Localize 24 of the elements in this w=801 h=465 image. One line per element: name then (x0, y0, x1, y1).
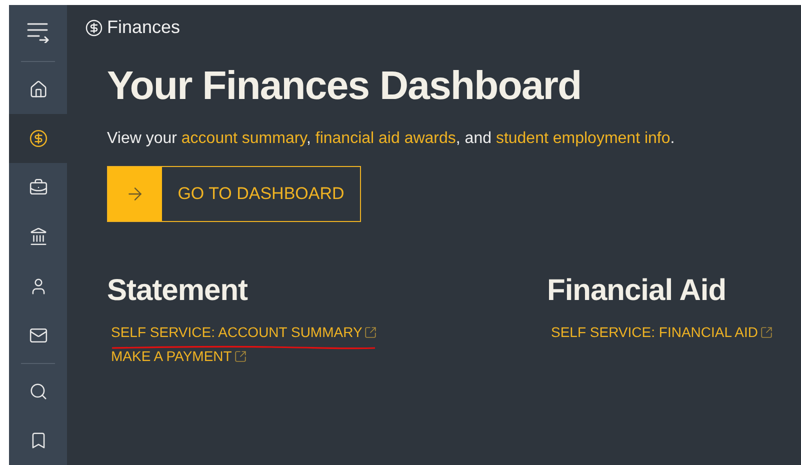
section-title: Financial Aid (547, 274, 728, 308)
dashboard-button[interactable]: GO TO DASHBOARD (107, 166, 361, 222)
external-link[interactable]: SELF SERVICE: FINANCIAL AID (551, 324, 758, 340)
briefcase-icon (28, 178, 48, 198)
external-link[interactable]: MAKE A PAYMENT (111, 348, 232, 364)
intro-link[interactable]: financial aid awards (315, 130, 456, 147)
home-icon (28, 80, 48, 100)
external-link-icon (234, 350, 247, 362)
search-icon (28, 382, 48, 401)
mail-icon (28, 326, 48, 345)
coin-icon (85, 18, 103, 36)
intro-link[interactable]: account summary (181, 130, 306, 147)
dashboard-title: Your Finances Dashboard (107, 64, 582, 108)
external-link[interactable]: SELF SERVICE: ACCOUNT SUMMARY (111, 324, 362, 340)
bank-icon (28, 227, 48, 246)
menu-icon (26, 20, 50, 43)
page-title: Finances (107, 17, 180, 38)
intro-text: View your account summary, financial aid awards, and student employment info. (107, 130, 676, 148)
external-link-icon (760, 326, 773, 338)
coin-icon (28, 129, 48, 148)
external-link-icon (364, 326, 378, 338)
section-title: Statement (107, 274, 249, 308)
intro-link[interactable]: student employment info (496, 130, 670, 147)
sidebar-item[interactable] (9, 114, 67, 164)
